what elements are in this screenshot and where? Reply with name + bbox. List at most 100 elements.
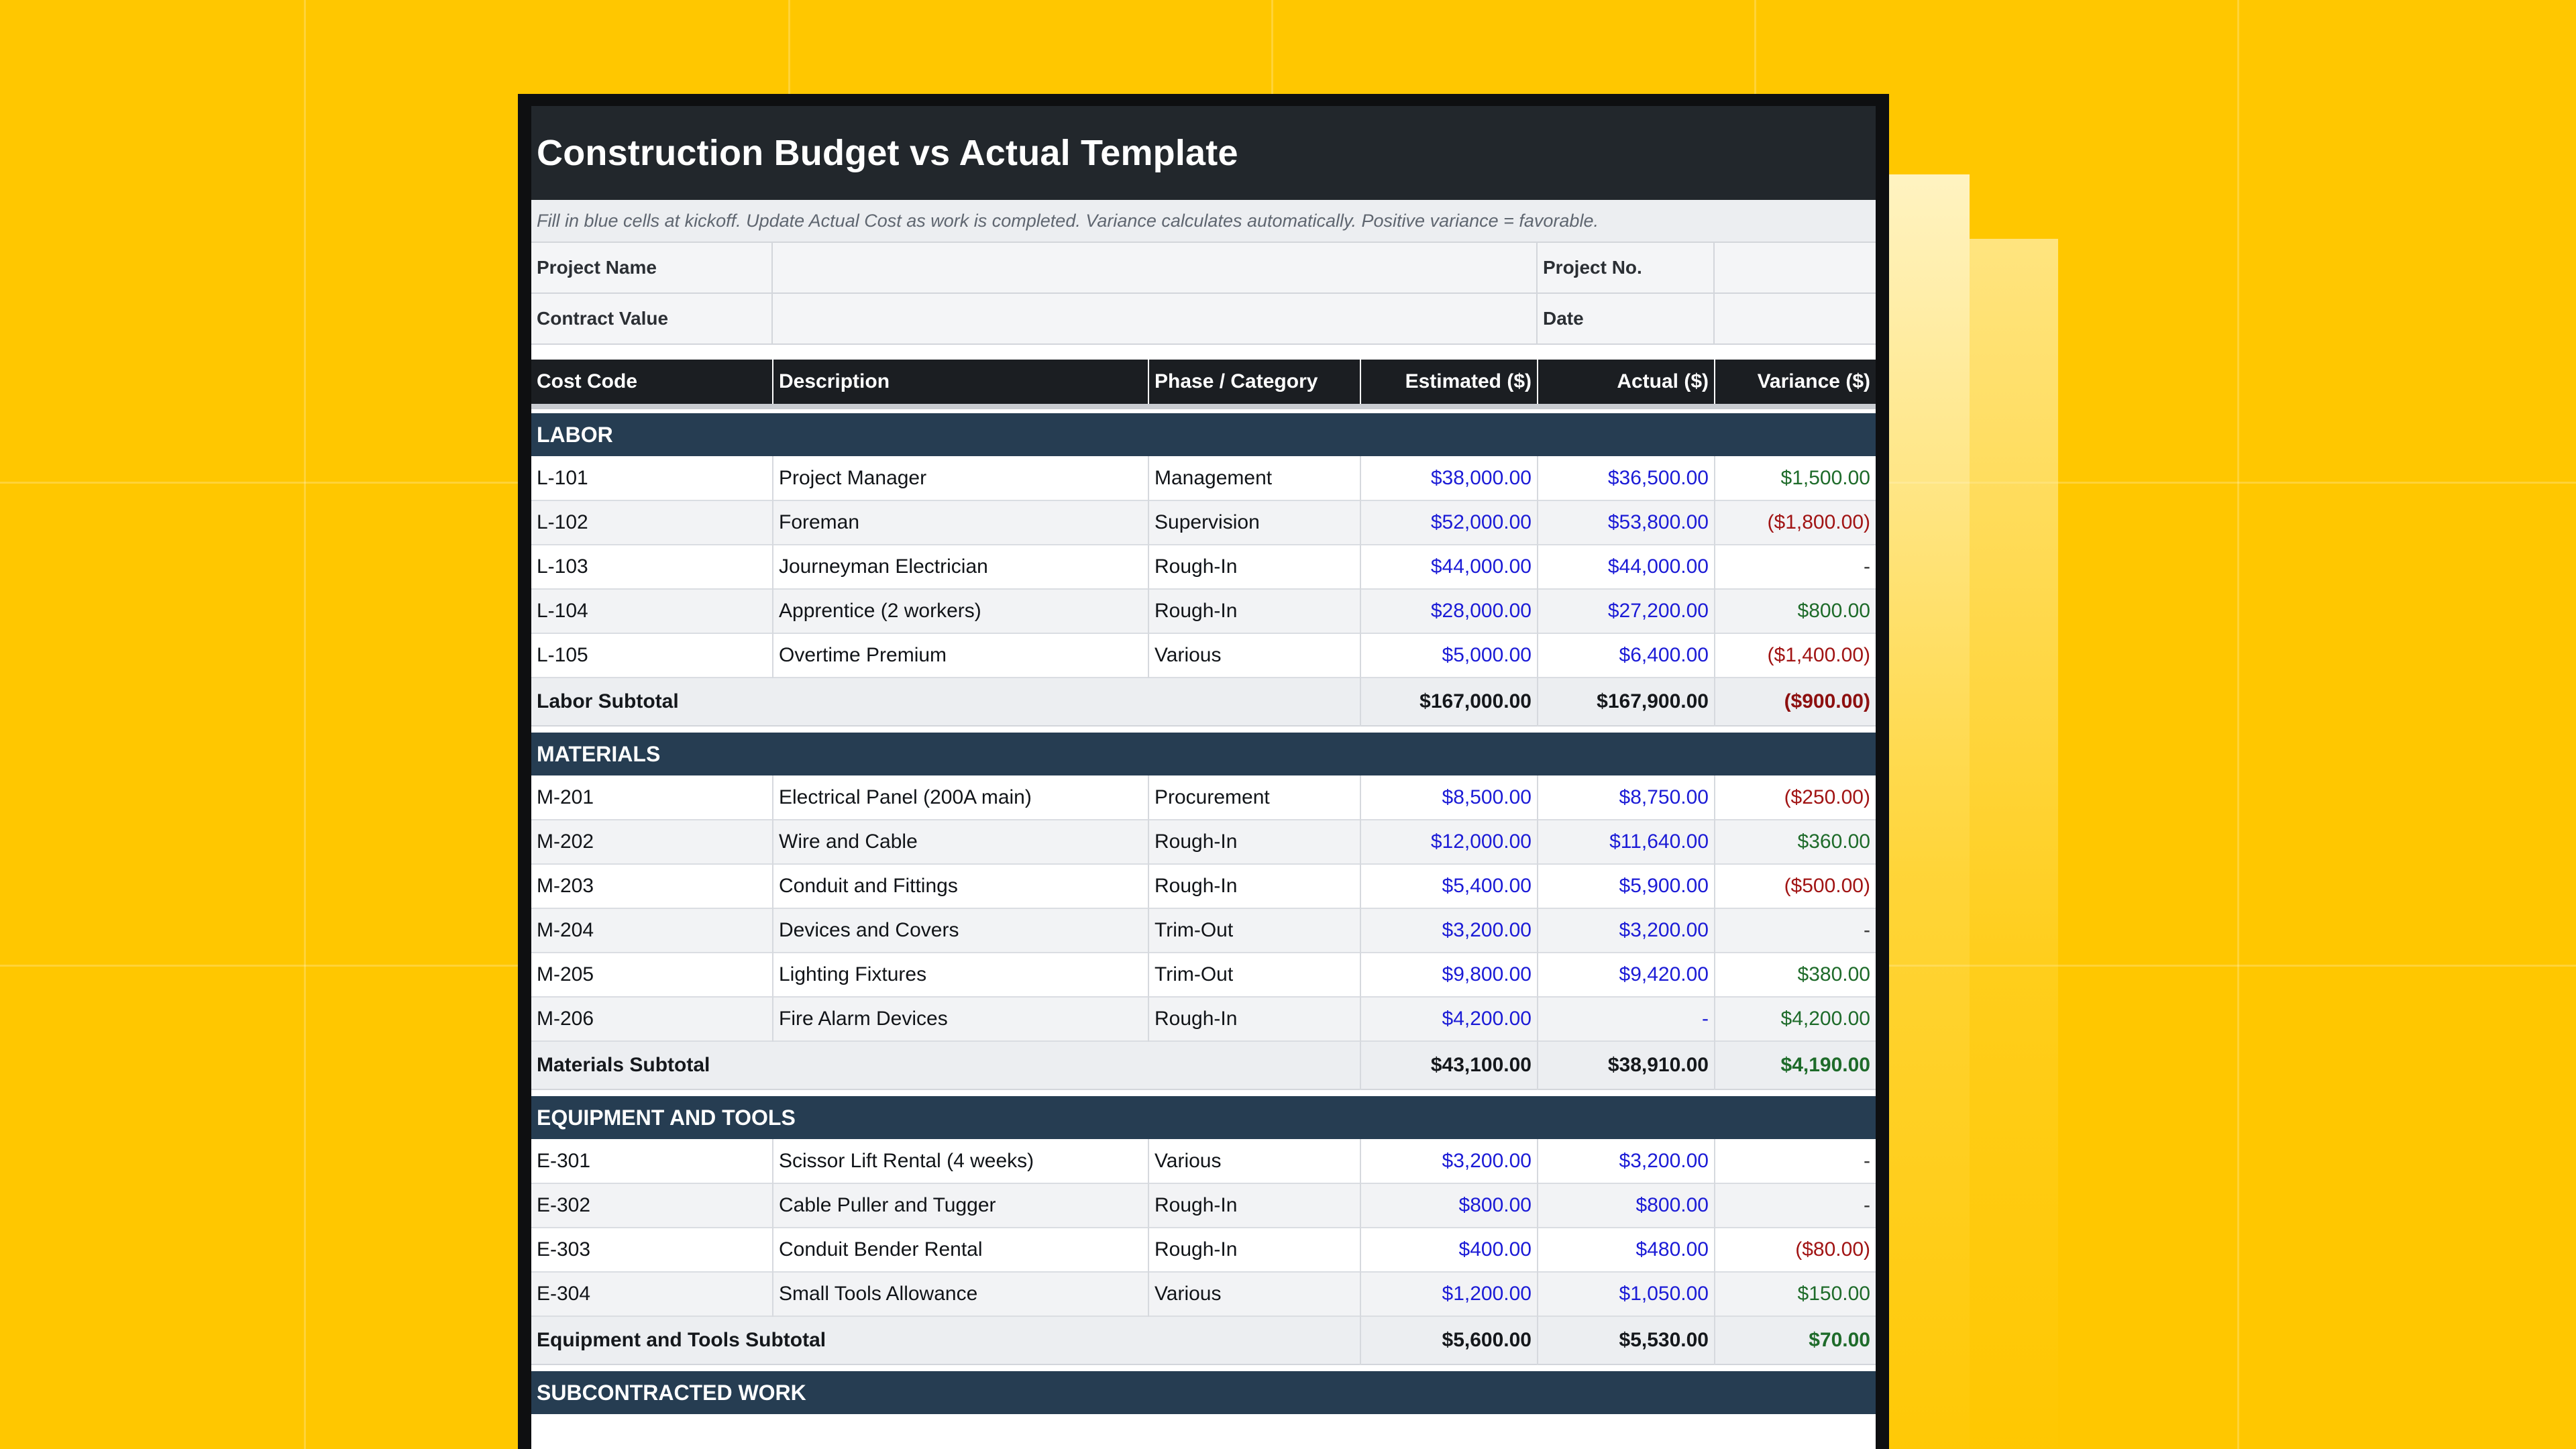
phase-cell[interactable]: Supervision: [1148, 500, 1361, 545]
description-cell[interactable]: Journeyman Electrician: [773, 545, 1149, 589]
actual-cell[interactable]: $1,050.00: [1538, 1272, 1715, 1316]
estimated-cell[interactable]: $5,000.00: [1360, 633, 1538, 678]
variance-cell[interactable]: $150.00: [1715, 1272, 1876, 1316]
phase-cell[interactable]: Procurement: [1148, 775, 1361, 820]
cost-code-cell[interactable]: L-101: [531, 456, 773, 500]
subtotal-actual[interactable]: $38,910.00: [1538, 1041, 1715, 1089]
subtotal-label[interactable]: Materials Subtotal: [531, 1041, 1361, 1089]
variance-cell[interactable]: ($250.00): [1715, 775, 1876, 820]
cost-code-cell[interactable]: M-204: [531, 908, 773, 953]
estimated-cell[interactable]: $9,800.00: [1360, 953, 1538, 997]
cost-code-cell[interactable]: M-205: [531, 953, 773, 997]
cost-code-cell[interactable]: M-201: [531, 775, 773, 820]
subtotal-estimated[interactable]: $5,600.00: [1360, 1316, 1538, 1364]
contract-value-field[interactable]: [773, 294, 1538, 343]
actual-cell[interactable]: $9,420.00: [1538, 953, 1715, 997]
actual-cell[interactable]: $480.00: [1538, 1228, 1715, 1272]
variance-cell[interactable]: -: [1715, 1183, 1876, 1228]
estimated-cell[interactable]: $3,200.00: [1360, 908, 1538, 953]
section-title[interactable]: EQUIPMENT AND TOOLS: [531, 1096, 1876, 1139]
subtotal-estimated[interactable]: $167,000.00: [1360, 678, 1538, 726]
phase-cell[interactable]: Rough-In: [1148, 1228, 1361, 1272]
description-cell[interactable]: Overtime Premium: [773, 633, 1149, 678]
variance-cell[interactable]: ($1,800.00): [1715, 500, 1876, 545]
description-cell[interactable]: Scissor Lift Rental (4 weeks): [773, 1139, 1149, 1183]
estimated-cell[interactable]: $12,000.00: [1360, 820, 1538, 864]
estimated-cell[interactable]: $400.00: [1360, 1228, 1538, 1272]
cost-code-cell[interactable]: E-301: [531, 1139, 773, 1183]
subtotal-actual[interactable]: $167,900.00: [1538, 678, 1715, 726]
estimated-cell[interactable]: $28,000.00: [1360, 589, 1538, 633]
description-cell[interactable]: Small Tools Allowance: [773, 1272, 1149, 1316]
subtotal-estimated[interactable]: $43,100.00: [1360, 1041, 1538, 1089]
phase-cell[interactable]: Trim-Out: [1148, 908, 1361, 953]
subtotal-label[interactable]: Equipment and Tools Subtotal: [531, 1316, 1361, 1364]
estimated-cell[interactable]: $5,400.00: [1360, 864, 1538, 908]
actual-cell[interactable]: $53,800.00: [1538, 500, 1715, 545]
phase-cell[interactable]: Rough-In: [1148, 997, 1361, 1041]
subtotal-actual[interactable]: $5,530.00: [1538, 1316, 1715, 1364]
cost-code-cell[interactable]: E-304: [531, 1272, 773, 1316]
estimated-cell[interactable]: $44,000.00: [1360, 545, 1538, 589]
description-cell[interactable]: Devices and Covers: [773, 908, 1149, 953]
cost-code-cell[interactable]: E-302: [531, 1183, 773, 1228]
header-estimated[interactable]: Estimated ($): [1360, 360, 1538, 407]
variance-cell[interactable]: ($80.00): [1715, 1228, 1876, 1272]
subtotal-variance[interactable]: $70.00: [1715, 1316, 1876, 1364]
project-no-field[interactable]: [1715, 243, 1876, 292]
description-cell[interactable]: Conduit and Fittings: [773, 864, 1149, 908]
cost-code-cell[interactable]: L-105: [531, 633, 773, 678]
variance-cell[interactable]: -: [1715, 908, 1876, 953]
description-cell[interactable]: Conduit Bender Rental: [773, 1228, 1149, 1272]
subtotal-label[interactable]: Labor Subtotal: [531, 678, 1361, 726]
actual-cell[interactable]: $44,000.00: [1538, 545, 1715, 589]
actual-cell[interactable]: $8,750.00: [1538, 775, 1715, 820]
variance-cell[interactable]: $4,200.00: [1715, 997, 1876, 1041]
actual-cell[interactable]: $27,200.00: [1538, 589, 1715, 633]
description-cell[interactable]: Electrical Panel (200A main): [773, 775, 1149, 820]
estimated-cell[interactable]: $800.00: [1360, 1183, 1538, 1228]
actual-cell[interactable]: -: [1538, 997, 1715, 1041]
actual-cell[interactable]: $5,900.00: [1538, 864, 1715, 908]
variance-cell[interactable]: $380.00: [1715, 953, 1876, 997]
variance-cell[interactable]: ($1,400.00): [1715, 633, 1876, 678]
variance-cell[interactable]: ($500.00): [1715, 864, 1876, 908]
cost-code-cell[interactable]: L-103: [531, 545, 773, 589]
section-title[interactable]: SUBCONTRACTED WORK: [531, 1371, 1876, 1414]
header-cost-code[interactable]: Cost Code: [531, 360, 773, 407]
actual-cell[interactable]: $3,200.00: [1538, 908, 1715, 953]
estimated-cell[interactable]: $4,200.00: [1360, 997, 1538, 1041]
phase-cell[interactable]: Rough-In: [1148, 864, 1361, 908]
variance-cell[interactable]: $360.00: [1715, 820, 1876, 864]
subtotal-variance[interactable]: $4,190.00: [1715, 1041, 1876, 1089]
actual-cell[interactable]: $36,500.00: [1538, 456, 1715, 500]
cost-code-cell[interactable]: L-104: [531, 589, 773, 633]
cost-code-cell[interactable]: M-206: [531, 997, 773, 1041]
description-cell[interactable]: Fire Alarm Devices: [773, 997, 1149, 1041]
variance-cell[interactable]: $800.00: [1715, 589, 1876, 633]
estimated-cell[interactable]: $1,200.00: [1360, 1272, 1538, 1316]
project-name-field[interactable]: [773, 243, 1538, 292]
header-description[interactable]: Description: [773, 360, 1149, 407]
estimated-cell[interactable]: $3,200.00: [1360, 1139, 1538, 1183]
header-phase[interactable]: Phase / Category: [1148, 360, 1361, 407]
phase-cell[interactable]: Various: [1148, 633, 1361, 678]
variance-cell[interactable]: -: [1715, 545, 1876, 589]
phase-cell[interactable]: Management: [1148, 456, 1361, 500]
phase-cell[interactable]: Various: [1148, 1139, 1361, 1183]
phase-cell[interactable]: Rough-In: [1148, 589, 1361, 633]
date-field[interactable]: [1715, 294, 1876, 343]
variance-cell[interactable]: -: [1715, 1139, 1876, 1183]
estimated-cell[interactable]: $38,000.00: [1360, 456, 1538, 500]
actual-cell[interactable]: $11,640.00: [1538, 820, 1715, 864]
actual-cell[interactable]: $6,400.00: [1538, 633, 1715, 678]
estimated-cell[interactable]: $52,000.00: [1360, 500, 1538, 545]
phase-cell[interactable]: Trim-Out: [1148, 953, 1361, 997]
description-cell[interactable]: Cable Puller and Tugger: [773, 1183, 1149, 1228]
description-cell[interactable]: Wire and Cable: [773, 820, 1149, 864]
variance-cell[interactable]: $1,500.00: [1715, 456, 1876, 500]
cost-code-cell[interactable]: L-102: [531, 500, 773, 545]
description-cell[interactable]: Project Manager: [773, 456, 1149, 500]
description-cell[interactable]: Apprentice (2 workers): [773, 589, 1149, 633]
description-cell[interactable]: Lighting Fixtures: [773, 953, 1149, 997]
